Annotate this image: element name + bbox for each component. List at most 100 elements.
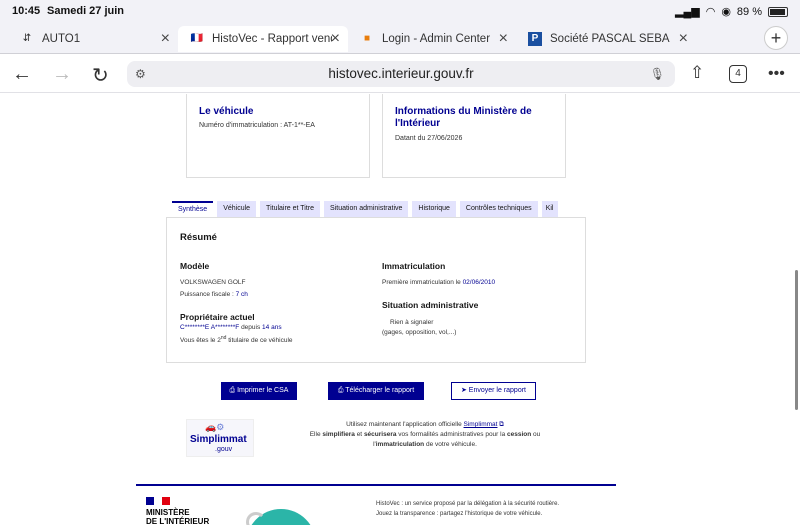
send-report-button[interactable]: ➤ Envoyer le rapport bbox=[451, 382, 536, 400]
promo-text: vos formalités administratives pour la bbox=[396, 431, 508, 438]
simplimmat-logo-main: Simplimmat bbox=[190, 434, 247, 445]
more-options-icon[interactable]: ••• bbox=[768, 65, 785, 83]
situation-value: Rien à signaler bbox=[390, 319, 434, 326]
immat-line: Première immatriculation le 02/06/2010 bbox=[382, 279, 495, 286]
download-report-button[interactable]: ⎙ Télécharger le rapport bbox=[328, 382, 424, 400]
send-icon: ➤ bbox=[460, 387, 469, 394]
tab-synthese[interactable]: Synthèse bbox=[172, 201, 214, 217]
tab-label: Société PASCAL SEBAS bbox=[550, 33, 670, 45]
promo-text: de votre véhicule. bbox=[424, 441, 477, 448]
status-time: 10:45 bbox=[12, 5, 41, 17]
external-link-icon: ⧉ bbox=[497, 421, 504, 428]
proprietaire-label: Propriétaire actuel bbox=[180, 312, 255, 322]
browser-toolbar: ← → ↻ ⚙ histovec.interieur.gouv.fr 🎙 ⇧ 4… bbox=[0, 55, 800, 93]
resume-title: Résumé bbox=[180, 232, 217, 243]
titulaire-prefix: Vous êtes le 2 bbox=[180, 337, 221, 345]
ministere-card-title: Informations du Ministère de l'Intérieur bbox=[395, 106, 532, 129]
promo-text: Elle bbox=[309, 431, 323, 438]
tab-situation[interactable]: Situation administrative bbox=[324, 201, 409, 217]
situation-detail: (gages, opposition, vol,...) bbox=[382, 329, 457, 336]
immat-label: Immatriculation bbox=[382, 261, 446, 271]
back-arrow-icon[interactable]: ← bbox=[12, 63, 32, 86]
tab-controles[interactable]: Contrôles techniques bbox=[459, 201, 538, 217]
tab-label: AUTO1 bbox=[42, 33, 81, 45]
share-icon[interactable]: ⇧ bbox=[690, 63, 704, 83]
promo-bold: immatriculation bbox=[375, 441, 425, 448]
ministere-line-1: MINISTÈRE bbox=[146, 508, 190, 517]
promo-line-3: l'immatriculation de votre véhicule. bbox=[280, 440, 570, 450]
close-tab-icon[interactable]: × bbox=[331, 30, 340, 48]
reload-icon[interactable]: ↻ bbox=[92, 63, 109, 88]
promo-text: ou bbox=[531, 431, 541, 438]
close-tab-icon[interactable]: × bbox=[679, 30, 688, 48]
page-settings-icon[interactable]: ⚙ bbox=[135, 61, 146, 87]
location-icon: ◉ bbox=[721, 6, 731, 18]
ministere-card-subtitle: Datant du 27/06/2026 bbox=[395, 135, 463, 142]
tab-kilometrage[interactable]: Kil bbox=[541, 201, 558, 217]
tab-titulaire[interactable]: Titulaire et Titre bbox=[260, 201, 321, 217]
footer-divider bbox=[136, 484, 616, 486]
page-scrollbar[interactable] bbox=[795, 270, 798, 410]
browser-tab-histovec[interactable]: 🇫🇷 HistoVec - Rapport vend × bbox=[178, 26, 348, 52]
forward-arrow-icon[interactable]: → bbox=[52, 63, 72, 86]
modele-value: VOLKSWAGEN GOLF bbox=[180, 279, 246, 286]
browser-tab-auto1[interactable]: ⇵ AUTO1 × bbox=[8, 26, 178, 52]
url-text: histovec.interieur.gouv.fr bbox=[328, 66, 474, 81]
tab-count-button[interactable]: 4 bbox=[729, 65, 747, 83]
browser-tab-pascal[interactable]: P Société PASCAL SEBAS × bbox=[516, 26, 696, 52]
simplimmat-link[interactable]: Simplimmat bbox=[464, 421, 498, 428]
status-date: Samedi 27 juin bbox=[47, 5, 125, 17]
status-right: ▂▄▆ ◠ ◉ 89 % bbox=[675, 5, 788, 18]
synthese-panel: Résumé Modèle VOLKSWAGEN GOLF Puissance … bbox=[166, 217, 586, 363]
puissance-prefix: Puissance fiscale : bbox=[180, 291, 236, 298]
tab-vehicule[interactable]: Véhicule bbox=[217, 201, 257, 217]
browser-tab-admin[interactable]: ■ Login - Admin Center × bbox=[348, 26, 516, 52]
print-csa-label: Imprimer le CSA bbox=[237, 387, 289, 394]
web-page: Le véhicule Numéro d'immatriculation : A… bbox=[0, 94, 800, 525]
address-bar[interactable]: ⚙ histovec.interieur.gouv.fr 🎙 bbox=[127, 61, 675, 87]
histovec-logo-arc bbox=[246, 512, 266, 525]
promo-line-1: Utilisez maintenant l'application offici… bbox=[280, 420, 570, 430]
footer-description: HistoVec : un service proposé par la dél… bbox=[376, 499, 559, 519]
printer-icon: ⎙ bbox=[229, 387, 238, 394]
vehicle-card: Le véhicule Numéro d'immatriculation : A… bbox=[186, 94, 370, 178]
status-bar: 10:45 Samedi 27 juin ▂▄▆ ◠ ◉ 89 % bbox=[0, 0, 800, 22]
battery-percent: 89 % bbox=[736, 5, 762, 18]
close-tab-icon[interactable]: × bbox=[161, 30, 170, 48]
titulaire-line: Vous êtes le 2nd titulaire de ce véhicul… bbox=[180, 335, 293, 344]
immat-date: 02/06/2010 bbox=[462, 279, 496, 286]
footer-text-2: Jouez la transparence : partagez l'histo… bbox=[376, 511, 543, 517]
vehicle-card-title: Le véhicule bbox=[199, 106, 254, 117]
puissance-value: 7 ch bbox=[235, 291, 248, 298]
promo-bold: cession bbox=[507, 431, 532, 438]
microphone-icon[interactable]: 🎙 bbox=[650, 61, 665, 87]
puissance-line: Puissance fiscale : 7 ch bbox=[180, 291, 248, 298]
p-favicon-icon: P bbox=[528, 32, 542, 46]
promo-text: et bbox=[354, 431, 364, 438]
vehicle-card-subtitle: Numéro d'immatriculation : AT-1**-EA bbox=[199, 122, 315, 129]
situation-label: Situation administrative bbox=[382, 300, 479, 310]
promo-line-1-prefix: Utilisez maintenant l'application offici… bbox=[346, 421, 464, 428]
promo-bold: sécurisera bbox=[363, 431, 397, 438]
simplimmat-logo-sub: .gouv bbox=[215, 446, 233, 453]
close-tab-icon[interactable]: × bbox=[499, 30, 508, 48]
modele-label: Modèle bbox=[180, 261, 210, 271]
tab-label: HistoVec - Rapport vend bbox=[212, 33, 332, 45]
ministere-logo[interactable]: MINISTÈRE DE L'INTÉRIEUR bbox=[146, 508, 209, 525]
ministere-line-2: DE L'INTÉRIEUR bbox=[146, 517, 210, 525]
new-tab-button[interactable]: + bbox=[764, 26, 788, 50]
office-favicon-icon: ■ bbox=[363, 33, 371, 44]
proprietaire-name: C********E A********F bbox=[180, 324, 240, 331]
car-icon: 🚗⚙ bbox=[205, 422, 225, 432]
print-csa-button[interactable]: ⎙ Imprimer le CSA bbox=[221, 382, 297, 400]
signal-icon: ▂▄▆ bbox=[674, 6, 700, 18]
simplimmat-logo[interactable]: 🚗⚙ Simplimmat .gouv bbox=[186, 419, 254, 457]
vehicle-tabs: Synthèse Véhicule Titulaire et Titre Sit… bbox=[172, 201, 558, 217]
battery-icon bbox=[768, 6, 788, 17]
immat-prefix: Première immatriculation le bbox=[382, 279, 463, 286]
tab-label: Login - Admin Center bbox=[382, 33, 491, 45]
tab-historique[interactable]: Historique bbox=[412, 201, 456, 217]
auto1-favicon-icon: ⇵ bbox=[22, 33, 32, 44]
titulaire-suffix: titulaire de ce véhicule bbox=[226, 337, 293, 345]
download-report-label: Télécharger le rapport bbox=[345, 387, 415, 394]
